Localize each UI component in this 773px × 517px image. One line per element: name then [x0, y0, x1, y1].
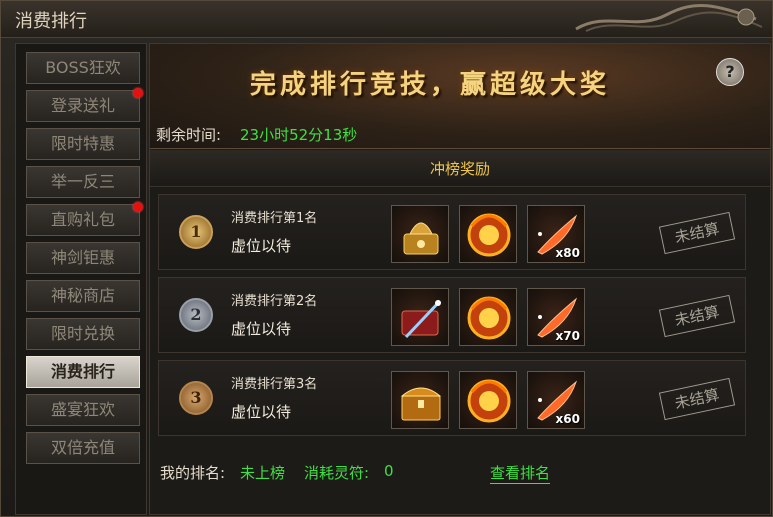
rank-medal-2-icon: 2: [179, 298, 213, 332]
dragon-orb-icon[interactable]: [459, 205, 517, 263]
status-stamp: 未结算: [658, 211, 736, 255]
sidebar-item-double-recharge[interactable]: 双倍充值: [26, 432, 140, 464]
title-bar[interactable]: 消费排行: [1, 1, 772, 38]
sidebar-item-one-to-three[interactable]: 举一反三: [26, 166, 140, 198]
sidebar-item-label: 登录送礼: [50, 96, 115, 115]
sidebar-item-sword-deal[interactable]: 神剑钜惠: [26, 242, 140, 274]
rank-holder: 虚位以待: [231, 320, 292, 338]
notification-dot-icon: [133, 88, 143, 98]
sidebar-item-label: 直购礼包: [50, 210, 115, 229]
my-rank-label: 我的排名:: [160, 464, 226, 482]
dragon-orb-icon[interactable]: [459, 288, 517, 346]
sidebar-item-boss-carnival[interactable]: BOSS狂欢: [26, 52, 140, 84]
reward-row-3: 3 消费排行第3名 虚位以待 x60 未结算: [158, 360, 746, 436]
reward-row-2: 2 消费排行第2名 虚位以待 x70 未结算: [158, 277, 746, 353]
remaining-time-value: 23小时52分13秒: [240, 126, 358, 144]
notification-dot-icon: [133, 202, 143, 212]
dragon-orb-icon[interactable]: [459, 371, 517, 429]
item-quantity: x60: [555, 412, 580, 426]
rank-holder: 虚位以待: [231, 403, 292, 421]
item-quantity: x70: [555, 329, 580, 343]
reward-section-header: 冲榜奖励: [150, 150, 770, 187]
spent-value: 0: [384, 462, 394, 480]
reward-row-1: 1 消费排行第1名 虚位以待 x80 未结算: [158, 194, 746, 270]
banner-slogan: 完成排行竞技，赢超级大奖: [250, 70, 611, 100]
status-stamp: 未结算: [658, 377, 736, 421]
golden-helmet-chest-icon[interactable]: [391, 205, 449, 263]
sidebar-item-label: BOSS狂欢: [45, 58, 121, 77]
ranking-window: 消费排行 BOSS狂欢 登录送礼 限时特惠 举一反三 直购礼包 神剑钜惠 神秘商…: [0, 0, 773, 517]
sidebar-item-login-gift[interactable]: 登录送礼: [26, 88, 143, 122]
spent-label: 消耗灵符:: [304, 464, 370, 482]
rank-holder: 虚位以待: [231, 237, 292, 255]
sidebar-item-limited-exchange[interactable]: 限时兑换: [26, 318, 140, 350]
sidebar-item-limited-sale[interactable]: 限时特惠: [26, 128, 140, 160]
flame-feather-icon[interactable]: x60: [527, 371, 585, 429]
section-title: 冲榜奖励: [429, 160, 490, 178]
sidebar-item-label: 双倍充值: [50, 438, 115, 457]
sidebar-item-label: 举一反三: [50, 172, 115, 191]
dragon-ornament-icon: [575, 3, 763, 32]
banner: 完成排行竞技，赢超级大奖 ? 剩余时间: 23小时52分13秒: [150, 44, 770, 149]
treasure-chest-icon[interactable]: [391, 371, 449, 429]
sidebar-item-direct-gift[interactable]: 直购礼包: [26, 202, 143, 236]
sidebar: BOSS狂欢 登录送礼 限时特惠 举一反三 直购礼包 神剑钜惠 神秘商店 限时兑…: [15, 43, 147, 515]
item-quantity: x80: [555, 246, 580, 260]
rank-title: 消费排行第2名: [231, 294, 318, 309]
rank-title: 消费排行第3名: [231, 377, 318, 392]
flame-feather-icon[interactable]: x70: [527, 288, 585, 346]
main-panel: 完成排行竞技，赢超级大奖 ? 剩余时间: 23小时52分13秒 冲榜奖励 1 消…: [149, 43, 771, 515]
view-ranking-link[interactable]: 查看排名: [490, 462, 551, 484]
sidebar-item-feast-carnival[interactable]: 盛宴狂欢: [26, 394, 140, 426]
sidebar-item-label: 神秘商店: [50, 286, 115, 305]
help-button[interactable]: ?: [716, 58, 744, 86]
remaining-time-label: 剩余时间:: [156, 126, 222, 144]
rank-title: 消费排行第1名: [231, 211, 318, 226]
sidebar-item-label: 限时特惠: [50, 134, 115, 153]
sidebar-item-label: 消费排行: [50, 362, 115, 381]
my-rank-value: 未上榜: [240, 464, 286, 482]
sidebar-item-mystery-shop[interactable]: 神秘商店: [26, 280, 140, 312]
rank-medal-1-icon: 1: [179, 215, 213, 249]
window-title: 消费排行: [15, 11, 87, 32]
sidebar-item-label: 神剑钜惠: [50, 248, 115, 267]
rank-medal-3-icon: 3: [179, 381, 213, 415]
sidebar-item-spending-rank[interactable]: 消费排行: [26, 356, 140, 388]
status-stamp: 未结算: [658, 294, 736, 338]
sword-chest-icon[interactable]: [391, 288, 449, 346]
flame-feather-icon[interactable]: x80: [527, 205, 585, 263]
sidebar-item-label: 限时兑换: [50, 324, 115, 343]
sidebar-item-label: 盛宴狂欢: [50, 400, 115, 419]
